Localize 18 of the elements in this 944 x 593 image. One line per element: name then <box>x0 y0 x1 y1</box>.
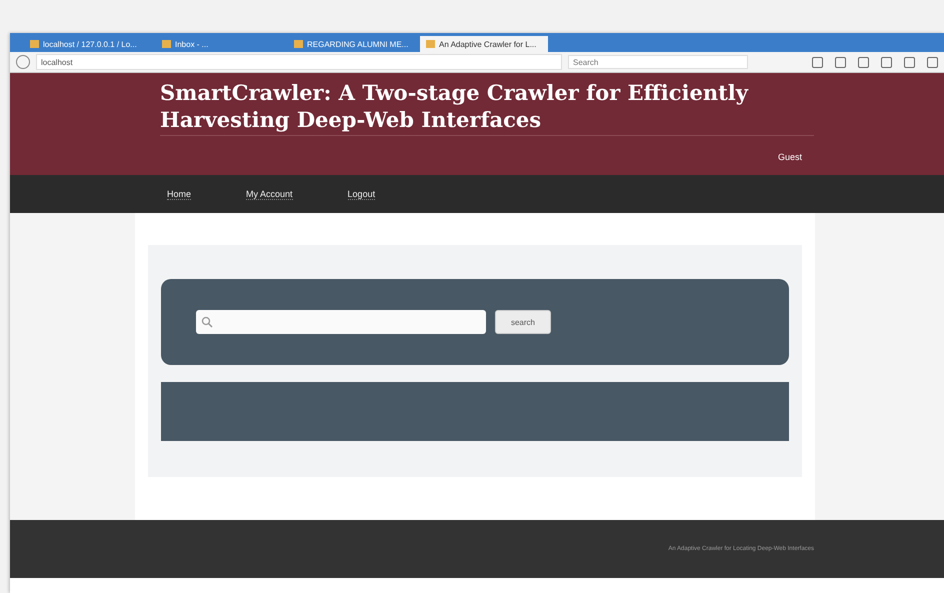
page-icon <box>30 40 39 48</box>
browser-search-field[interactable]: Search <box>568 55 748 69</box>
nav-link[interactable]: Home <box>167 188 192 200</box>
user-name: Guest <box>776 152 803 162</box>
browser-tab[interactable]: localhost / 127.0.0.1 / Lo... <box>24 36 152 52</box>
nav-link[interactable]: Logout <box>348 188 376 200</box>
search-button[interactable]: search <box>495 310 551 334</box>
search-field[interactable] <box>196 310 486 334</box>
page-icon <box>294 40 303 48</box>
search-icon <box>201 316 213 328</box>
site-title: SmartCrawler: A Two-stage Crawler for Efficiently Harvesting Deep-Web Interfaces <box>160 73 814 136</box>
browser-tab[interactable]: An Adaptive Crawler for L... <box>420 36 548 52</box>
nav-link[interactable]: My Account <box>246 188 293 200</box>
address-bar[interactable]: localhost <box>36 54 562 70</box>
browser-tab[interactable]: REGARDING ALUMNI ME... <box>288 36 416 52</box>
page-icon <box>426 40 435 48</box>
page-icon <box>162 40 171 48</box>
browser-tab[interactable]: Inbox - ... <box>156 36 284 52</box>
